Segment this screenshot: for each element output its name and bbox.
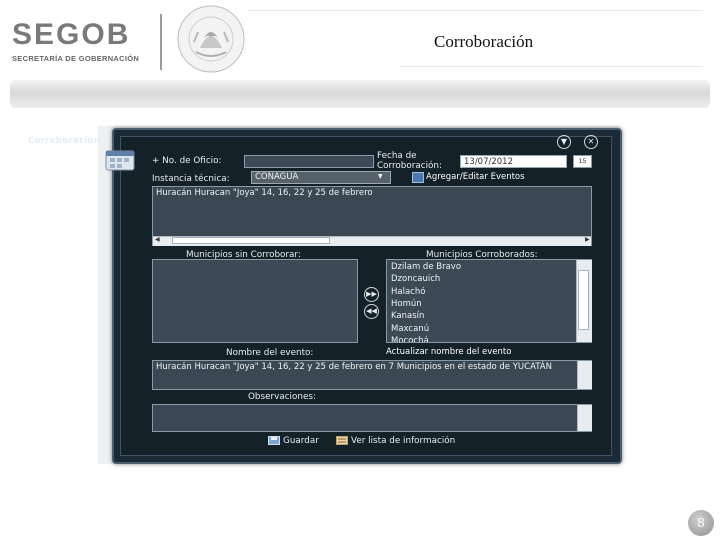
ver-lista-button[interactable]: Ver lista de información <box>336 436 455 446</box>
nombre-evento-text: Huracán Huracan "Joya" 14, 16, 22 y 25 d… <box>156 362 552 372</box>
oficio-input[interactable] <box>244 155 374 168</box>
fecha-label-line2: Corroboración: <box>377 161 442 171</box>
logo-divider <box>160 14 162 70</box>
fecha-label-line1: Fecha de <box>377 151 417 161</box>
calendar-picker-button[interactable]: 15 <box>573 155 592 168</box>
municipios-con-list[interactable]: Dzilam de Bravo Dzoncauich Halachó Homún Kan… <box>386 259 592 343</box>
municipio-item[interactable]: Maxcanú <box>391 324 429 334</box>
nombre-evento-label: Nombre del evento: <box>226 348 314 358</box>
municipio-item[interactable]: Dzoncauich <box>391 274 440 284</box>
horizontal-scroll-thumb[interactable] <box>172 237 330 244</box>
municipio-item[interactable]: Mocochá <box>391 336 429 342</box>
move-left-icon[interactable]: ◀◀ <box>364 304 379 319</box>
header-rule <box>248 10 702 11</box>
calendar-app-icon <box>105 150 135 171</box>
dropdown-arrow-icon[interactable]: ▼ <box>378 173 383 180</box>
instancia-select[interactable]: CONAGUA <box>251 171 391 184</box>
segob-logo-subtitle: SECRETARÍA DE GOBERNACIÓN <box>12 54 140 63</box>
actualizar-nombre-button[interactable]: Actualizar nombre del evento <box>386 347 511 357</box>
municipio-item[interactable]: Halachó <box>391 287 425 297</box>
window-title: Corroboración <box>28 136 100 146</box>
observaciones-textarea[interactable] <box>152 404 592 432</box>
observaciones-label: Observaciones: <box>248 392 316 402</box>
agregar-editar-eventos-button[interactable]: Agregar/Editar Eventos <box>426 172 525 182</box>
slide-title: Corroboración <box>434 32 534 51</box>
close-icon[interactable]: ✕ <box>584 135 598 149</box>
segob-logo: SEGOB <box>12 18 131 51</box>
save-icon <box>268 436 280 445</box>
national-seal-icon <box>177 5 245 73</box>
municipios-sin-list[interactable] <box>152 259 358 343</box>
move-right-icon[interactable]: ▶▶ <box>364 287 379 302</box>
chevron-down-icon[interactable]: ▼ <box>557 135 571 149</box>
header-band <box>10 80 710 108</box>
guardar-button[interactable]: Guardar <box>268 436 319 446</box>
scroll-right-icon[interactable]: ▶ <box>585 236 590 243</box>
page-number: 8 <box>688 510 714 536</box>
fecha-input[interactable]: 13/07/2012 <box>460 155 567 168</box>
edit-events-icon[interactable] <box>412 172 424 183</box>
ver-lista-label: Ver lista de información <box>351 436 456 446</box>
eventos-text: Huracán Huracan "Joya" 14, 16, 22 y 25 d… <box>156 188 373 198</box>
guardar-label: Guardar <box>283 436 319 446</box>
scroll-left-icon[interactable]: ◀ <box>155 236 160 243</box>
municipio-item[interactable]: Dzilam de Bravo <box>391 262 461 272</box>
nombre-scrollbar[interactable] <box>577 361 592 389</box>
municipio-item[interactable]: Homún <box>391 299 422 309</box>
municipio-item[interactable]: Kanasín <box>391 311 424 321</box>
title-rule <box>400 66 702 67</box>
observaciones-scrollbar[interactable] <box>577 405 592 431</box>
vertical-scroll-thumb[interactable] <box>578 270 589 330</box>
oficio-label: + No. de Oficio: <box>152 156 222 166</box>
list-icon <box>336 436 348 445</box>
fecha-label: Fecha de Corroboración: <box>377 151 442 171</box>
instancia-label: Instancia técnica: <box>152 174 230 184</box>
